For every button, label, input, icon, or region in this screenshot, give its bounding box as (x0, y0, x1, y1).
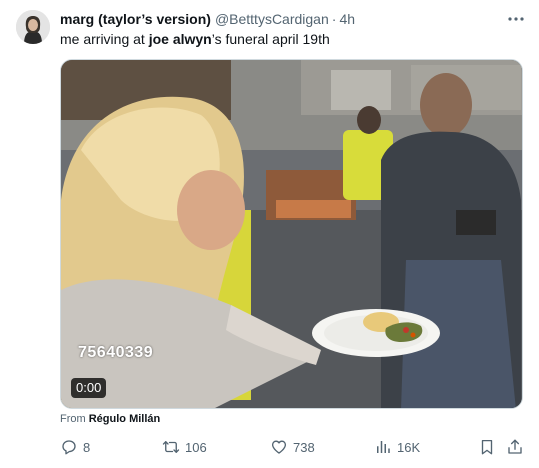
tweet-text-suffix: ’s funeral april 19th (211, 31, 330, 47)
reply-bubble-icon (62, 440, 76, 455)
author-handle[interactable]: @BetttysCardigan (215, 11, 329, 27)
heart-icon (271, 440, 287, 454)
media-attribution: From Régulo Millán (60, 412, 160, 426)
avatar-image (16, 10, 50, 44)
views-button[interactable]: 16K (374, 437, 420, 457)
separator-dot: · (331, 11, 337, 27)
tweet-text-prefix: me arriving at (60, 31, 149, 47)
bookmark-icon (481, 439, 493, 455)
like-count: 738 (293, 439, 315, 455)
tweet-card[interactable]: marg (taylor’s version) @BetttysCardigan ·… (0, 0, 539, 468)
video-overlay-id: 75640339 (78, 344, 154, 361)
more-horizontal-icon (508, 17, 524, 21)
tweet-text-bold-name: joe alwyn (148, 31, 212, 47)
more-options-button[interactable] (506, 10, 526, 28)
analytics-bars-icon (377, 441, 390, 453)
action-bar: 8 106 738 16K (60, 437, 524, 457)
tweet-text: me arriving at joe alwyn’s funeral april… (60, 30, 330, 48)
share-icon (508, 439, 522, 454)
tweet-timestamp[interactable]: 4h (339, 11, 355, 27)
view-count: 16K (397, 439, 421, 455)
attribution-prefix: From (60, 413, 89, 425)
reply-count: 8 (83, 439, 91, 455)
bookmark-button[interactable] (478, 437, 496, 457)
repost-button[interactable]: 106 (162, 437, 207, 457)
reply-button[interactable]: 8 (60, 437, 90, 457)
repost-arrows-icon (162, 441, 180, 453)
repost-count: 106 (185, 439, 207, 455)
attribution-source-link[interactable]: Régulo Millán (89, 413, 161, 425)
author-display-name[interactable]: marg (taylor’s version) (60, 11, 211, 27)
video-duration-badge: 0:00 (71, 378, 107, 398)
share-button[interactable] (506, 437, 524, 457)
like-button[interactable]: 738 (270, 437, 315, 457)
video-player[interactable]: 75640339 0:00 (60, 59, 523, 409)
tweet-header: marg (taylor’s version) @BetttysCardigan ·… (60, 10, 355, 28)
avatar[interactable] (16, 10, 50, 44)
